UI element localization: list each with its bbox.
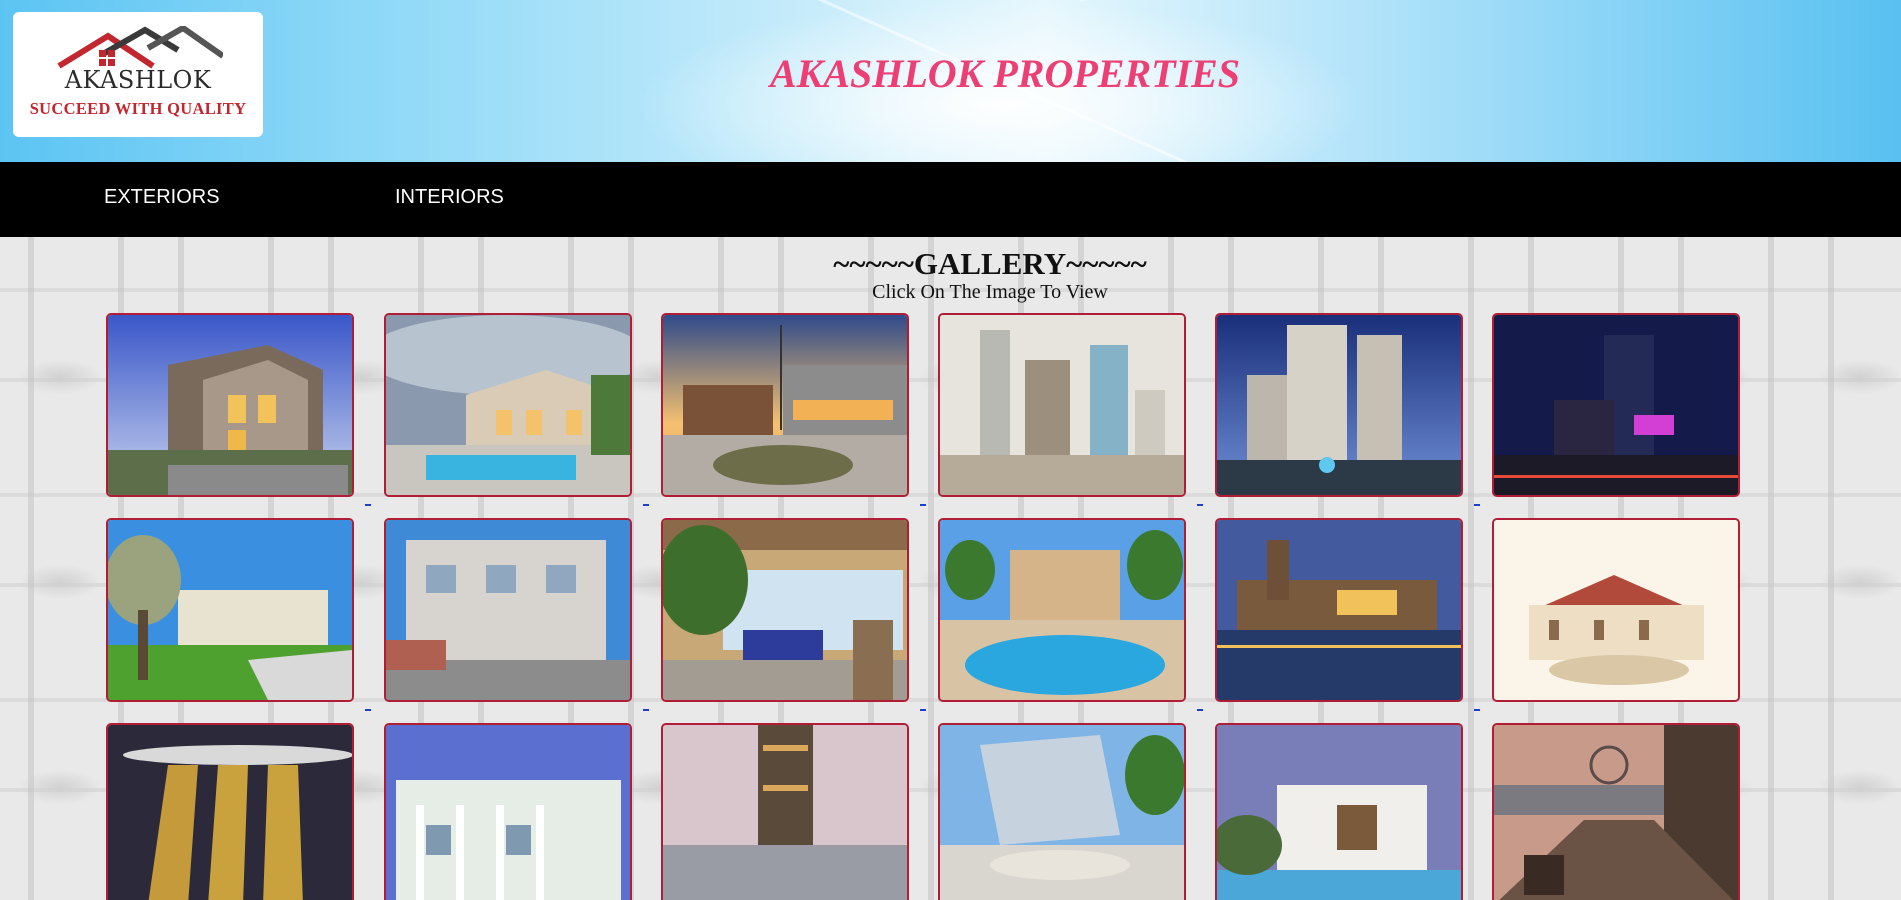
waterfront-house-image <box>386 315 630 495</box>
gallery-image[interactable] <box>1215 518 1463 702</box>
resort-pool-image <box>940 520 1184 700</box>
header-light-streak <box>1080 0 1566 2</box>
gallery-image[interactable] <box>1215 723 1463 900</box>
site-header: AKASHLOK SUCCEED WITH QUALITY AKASHLOK P… <box>0 0 1901 162</box>
gallery-image[interactable] <box>938 313 1186 497</box>
link-underline <box>643 709 649 711</box>
futuristic-villa-image <box>940 725 1184 900</box>
gallery-image[interactable] <box>938 518 1186 702</box>
apartment-towers-image <box>1217 315 1461 495</box>
gallery-image[interactable] <box>106 313 354 497</box>
palace-model-image <box>1494 520 1738 700</box>
gallery-section: ~~~~~GALLERY~~~~~ Click On The Image To … <box>0 237 1901 900</box>
villa-dusk-image <box>108 315 352 495</box>
gallery-image[interactable] <box>1492 723 1740 900</box>
main-nav: EXTERIORS INTERIORS <box>0 162 1901 237</box>
city-skyscrapers-image <box>940 315 1184 495</box>
link-underline <box>1474 504 1480 506</box>
colonial-mansion-image <box>386 725 630 900</box>
gallery-image[interactable] <box>384 723 632 900</box>
logo-tagline: SUCCEED WITH QUALITY <box>29 99 247 118</box>
gallery-image[interactable] <box>106 723 354 900</box>
white-house-pool-image <box>1217 725 1461 900</box>
gallery-image[interactable] <box>1492 518 1740 702</box>
marina-bay-image <box>108 725 352 900</box>
gallery-image[interactable] <box>661 518 909 702</box>
rooftop-terrace-image <box>1494 725 1738 900</box>
link-underline <box>365 709 371 711</box>
row-houses-image <box>386 520 630 700</box>
waterfront-town-image <box>1217 520 1461 700</box>
link-underline <box>365 504 371 506</box>
link-underline <box>1474 709 1480 711</box>
gallery-title: ~~~~~GALLERY~~~~~ <box>833 246 1147 281</box>
nav-interiors[interactable]: INTERIORS <box>395 186 504 209</box>
site-title: AKASHLOK PROPERTIES <box>769 51 1241 96</box>
gallery-image[interactable] <box>661 313 909 497</box>
gallery-image[interactable] <box>1215 313 1463 497</box>
gallery-subtitle: Click On The Image To View <box>872 281 1108 303</box>
covered-patio-image <box>663 520 907 700</box>
residential-tower-image <box>663 725 907 900</box>
gallery-image[interactable] <box>106 518 354 702</box>
gallery-image[interactable] <box>384 313 632 497</box>
gallery-image[interactable] <box>938 723 1186 900</box>
nav-exteriors[interactable]: EXTERIORS <box>104 186 220 209</box>
gallery-image[interactable] <box>661 723 909 900</box>
gallery-image[interactable] <box>384 518 632 702</box>
night-skyline-image <box>1494 315 1738 495</box>
link-underline <box>920 504 926 506</box>
modern-building-sunset-image <box>663 315 907 495</box>
gallery-image[interactable] <box>1492 313 1740 497</box>
link-underline <box>643 504 649 506</box>
villa-lawn-image <box>108 520 352 700</box>
link-underline <box>1197 709 1203 711</box>
link-underline <box>920 709 926 711</box>
link-underline <box>1197 504 1203 506</box>
